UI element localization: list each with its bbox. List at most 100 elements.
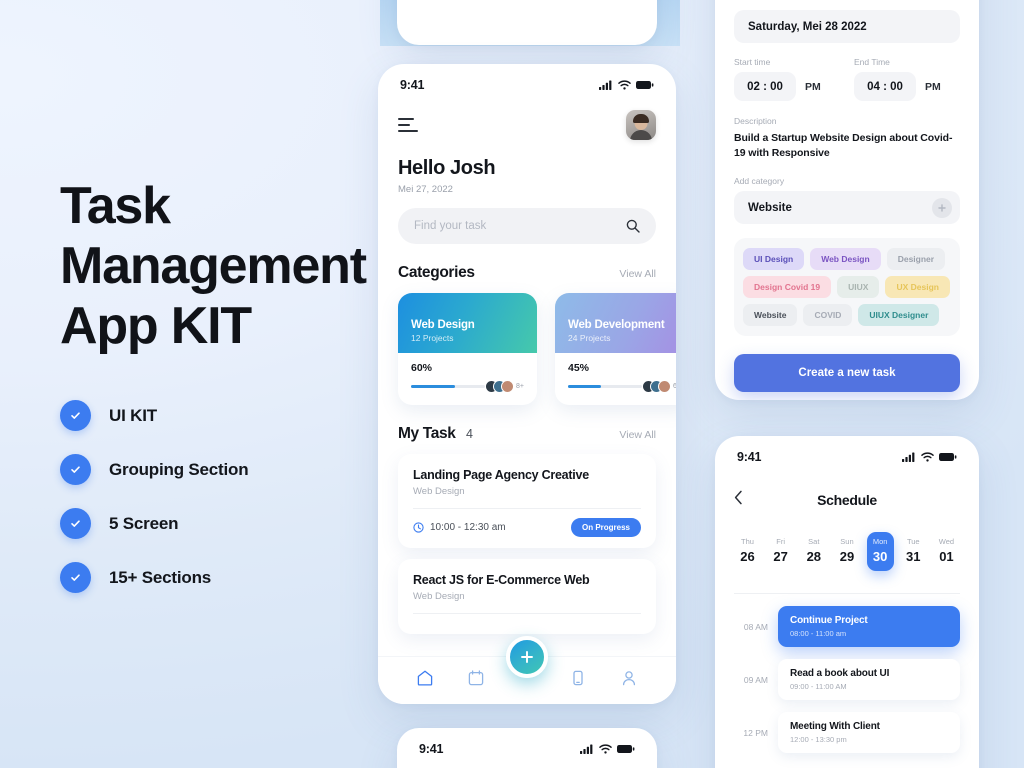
add-category-label: Add category: [734, 176, 785, 186]
create-task-button[interactable]: Create a new task: [734, 354, 960, 392]
battery-icon: [636, 81, 654, 89]
search-icon[interactable]: [626, 219, 640, 233]
check-icon: [60, 454, 91, 485]
start-time-meridiem[interactable]: PM: [805, 81, 821, 93]
date-field[interactable]: Saturday, Mei 28 2022: [734, 10, 960, 43]
member-avatars: 8+: [485, 380, 524, 393]
page-title: Task Management App KIT: [60, 176, 390, 356]
day-weekday: Thu: [741, 537, 754, 546]
categories-title: Categories: [398, 264, 475, 281]
day-cell[interactable]: Wed 01: [933, 532, 960, 571]
divider: [413, 508, 641, 509]
category-name: Web Development: [568, 319, 665, 331]
category-card[interactable]: Web Design 12 Projects 60% 8+: [398, 293, 537, 405]
poster-canvas: Task Management App KIT UI KIT Grouping …: [0, 0, 1024, 768]
plus-icon[interactable]: [932, 197, 952, 218]
feature-item: UI KIT: [60, 400, 390, 431]
category-card-footer: 60% 8+: [398, 353, 537, 405]
task-category: Web Design: [413, 486, 465, 497]
task-title: React JS for E-Commerce Web: [413, 573, 590, 587]
title-line-1: Task: [60, 177, 171, 235]
search-input[interactable]: [414, 220, 607, 232]
category-tag[interactable]: Design Covid 19: [743, 276, 832, 298]
category-card[interactable]: Web Development 24 Projects 45% 6+: [555, 293, 676, 405]
day-number: 31: [906, 549, 921, 564]
category-tag[interactable]: UI Design: [743, 248, 805, 270]
start-time-input[interactable]: 02 : 00: [734, 72, 796, 101]
schedule-event[interactable]: Meeting With Client 12:00 - 13:30 pm: [778, 712, 960, 753]
mytask-view-all[interactable]: View All: [619, 429, 656, 441]
greeting-text: Hello Josh: [398, 157, 496, 179]
feature-item: 15+ Sections: [60, 562, 390, 593]
add-task-fab[interactable]: [506, 636, 548, 678]
end-time-group: End Time 04 : 00 PM: [854, 57, 960, 101]
category-tag[interactable]: Website: [743, 304, 798, 326]
schedule-event[interactable]: Read a book about UI 09:00 - 11:00 AM: [778, 659, 960, 700]
categories-view-all[interactable]: View All: [619, 268, 656, 280]
wifi-icon: [618, 80, 631, 90]
calendar-icon: [468, 670, 484, 686]
status-bar: 9:41: [397, 728, 657, 756]
feature-label: UI KIT: [109, 405, 157, 425]
partial-screen-top: [397, 0, 657, 45]
tab-profile[interactable]: [620, 669, 638, 692]
day-cell-selected[interactable]: Mon 30: [866, 532, 894, 571]
day-weekday: Sun: [840, 537, 854, 546]
status-icons: [599, 80, 654, 90]
day-cell[interactable]: Thu 26: [734, 532, 761, 571]
divider: [734, 593, 960, 594]
home-content: Hello Josh Mei 27, 2022 Categories View …: [378, 110, 676, 634]
hero-section: Task Management App KIT UI KIT Grouping …: [60, 176, 390, 593]
category-tag[interactable]: UIUX Designer: [858, 304, 940, 326]
day-selector: Thu 26 Fri 27 Sat 28 Sun 29 Mon 30 Tue 3…: [734, 532, 960, 571]
event-title: Read a book about UI: [790, 668, 890, 679]
categories-list: Web Design 12 Projects 60% 8+ Web Develo…: [398, 293, 676, 405]
partial-screen-bottom: 9:41: [397, 728, 657, 768]
feature-item: 5 Screen: [60, 508, 390, 539]
start-time-label: Start time: [734, 57, 771, 67]
status-bar: 9:41: [378, 64, 676, 92]
category-tag[interactable]: Web Design: [810, 248, 881, 270]
day-weekday: Sat: [808, 537, 820, 546]
task-card[interactable]: React JS for E-Commerce Web Web Design: [398, 559, 656, 634]
task-card[interactable]: Landing Page Agency Creative Web Design …: [398, 454, 656, 548]
category-card-footer: 45% 6+: [555, 353, 676, 405]
tab-calendar[interactable]: [467, 669, 485, 692]
end-time-input[interactable]: 04 : 00: [854, 72, 916, 101]
feature-label: Grouping Section: [109, 459, 249, 479]
day-cell[interactable]: Tue 31: [900, 532, 927, 571]
day-cell[interactable]: Sun 29: [833, 532, 860, 571]
event-time: 12:00 - 13:30 pm: [790, 735, 847, 744]
category-tag[interactable]: UX Design: [885, 276, 950, 298]
day-cell[interactable]: Sat 28: [800, 532, 827, 571]
end-time-meridiem[interactable]: PM: [925, 81, 941, 93]
tab-device[interactable]: [569, 669, 587, 692]
task-footer: 10:00 - 12:30 am On Progress: [413, 518, 641, 537]
status-icons: [580, 744, 635, 754]
category-tag[interactable]: Designer: [886, 248, 946, 270]
start-time-group: Start time 02 : 00 PM: [734, 57, 840, 101]
task-time: 10:00 - 12:30 am: [430, 522, 506, 533]
add-category-field[interactable]: Website: [734, 191, 960, 224]
avatar[interactable]: [626, 110, 656, 140]
schedule-title: Schedule: [817, 492, 877, 508]
day-number: 27: [773, 549, 788, 564]
category-tag[interactable]: UIUX: [837, 276, 880, 298]
day-number: 28: [806, 549, 822, 564]
schedule-hour: 12 PM: [743, 727, 768, 738]
day-cell[interactable]: Fri 27: [767, 532, 794, 571]
tab-home[interactable]: [416, 669, 434, 692]
member-avatars: 6+: [642, 380, 676, 393]
category-projects: 24 Projects: [568, 333, 611, 343]
task-title: Landing Page Agency Creative: [413, 468, 589, 482]
task-category: Web Design: [413, 591, 465, 602]
schedule-event-active[interactable]: Continue Project 08:00 - 11:00 am: [778, 606, 960, 647]
schedule-header: Schedule: [734, 490, 960, 510]
search-bar[interactable]: [398, 208, 656, 244]
description-text[interactable]: Build a Startup Website Design about Cov…: [734, 131, 960, 161]
status-time: 9:41: [419, 742, 444, 756]
mytask-title: My Task: [398, 425, 456, 442]
categories-header: Categories View All: [398, 264, 656, 282]
category-tag[interactable]: COVID: [803, 304, 853, 326]
hamburger-icon[interactable]: [398, 117, 418, 133]
